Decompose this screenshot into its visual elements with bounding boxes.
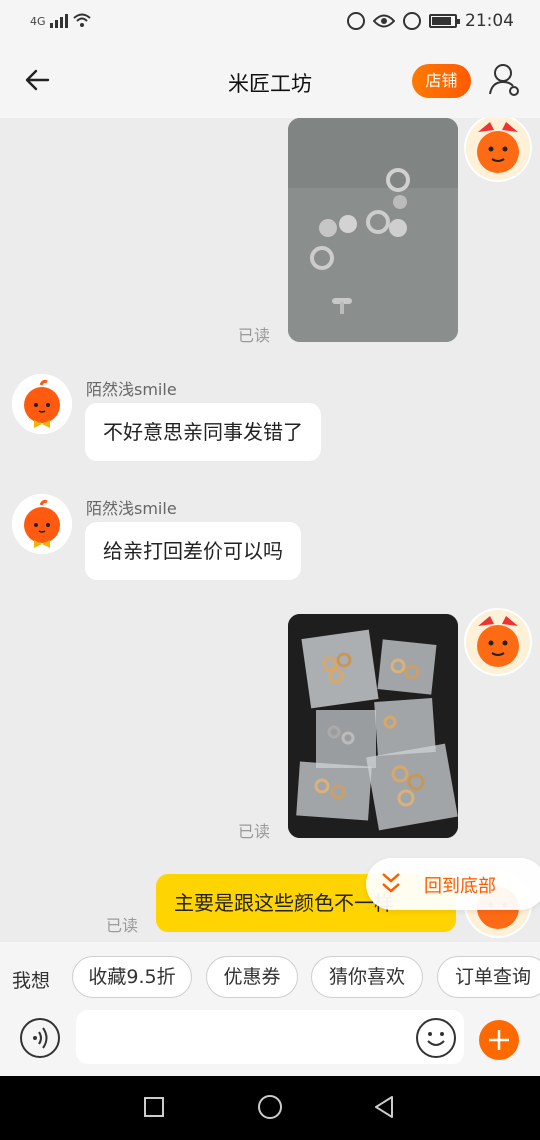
- seller-avatar[interactable]: [12, 494, 72, 554]
- message-input[interactable]: [76, 1010, 464, 1064]
- quick-actions-lead: 我想: [12, 970, 51, 992]
- more-button[interactable]: [479, 1020, 519, 1060]
- input-bar: [0, 1010, 540, 1076]
- alarm-icon: [403, 12, 421, 30]
- double-chevron-down-icon: [382, 873, 400, 893]
- chip-coupons[interactable]: 优惠券: [206, 956, 298, 998]
- read-receipt: 已读: [238, 326, 271, 345]
- seller-avatar[interactable]: [12, 374, 72, 434]
- home-button[interactable]: [258, 1095, 282, 1119]
- scroll-to-bottom-label: 回到底部: [424, 876, 496, 897]
- shop-button[interactable]: 店铺: [412, 64, 471, 98]
- wifi-icon: [72, 13, 91, 27]
- chat-header: 米匠工坊 店铺: [0, 44, 540, 118]
- message-text[interactable]: 给亲打回差价可以吗: [85, 522, 301, 580]
- sender-name: 陌然浅smile: [86, 499, 177, 518]
- smiley-icon: [427, 1032, 445, 1046]
- chip-order-lookup[interactable]: 订单查询: [437, 956, 540, 998]
- bags-of-rings-photo: [288, 614, 458, 838]
- data-saver-icon: [347, 12, 365, 30]
- read-receipt: 已读: [238, 822, 271, 841]
- back-triangle-icon[interactable]: [372, 1095, 396, 1119]
- my-avatar[interactable]: [464, 118, 532, 182]
- system-nav-bar: [0, 1076, 540, 1140]
- my-avatar[interactable]: [464, 608, 532, 676]
- quick-actions-bar: 我想 收藏9.5折 优惠券 猜你喜欢 订单查询: [0, 942, 540, 1014]
- message-image[interactable]: [288, 118, 458, 342]
- emoji-button[interactable]: [416, 1018, 456, 1058]
- chat-area[interactable]: 已读 陌然浅smile 不好意思亲同事发错了 陌然浅smile 给亲打回差价可以…: [0, 118, 540, 942]
- status-time: 21:04: [465, 11, 514, 31]
- network-type: 4G: [30, 15, 46, 28]
- eye-comfort-icon: [373, 14, 395, 28]
- plus-icon: [489, 1030, 509, 1050]
- voice-input-button[interactable]: [20, 1018, 60, 1058]
- battery-icon: [429, 14, 460, 28]
- metal-rings-photo: [288, 118, 458, 342]
- status-right: 21:04: [347, 11, 514, 31]
- recent-apps-button[interactable]: [144, 1097, 164, 1117]
- message-text[interactable]: 不好意思亲同事发错了: [85, 403, 321, 461]
- read-receipt: 已读: [106, 916, 139, 935]
- voice-wave-icon: [33, 1027, 48, 1049]
- status-bar: 4G 21:04: [0, 0, 540, 44]
- scroll-to-bottom-button[interactable]: 回到底部: [366, 858, 540, 910]
- chip-favorite-discount[interactable]: 收藏9.5折: [72, 956, 192, 998]
- network-status: 4G: [30, 12, 92, 28]
- message-image[interactable]: [288, 614, 458, 838]
- signal-icon: [49, 12, 68, 28]
- user-settings-icon[interactable]: [488, 62, 522, 98]
- sender-name: 陌然浅smile: [86, 380, 177, 399]
- chip-recommendations[interactable]: 猜你喜欢: [311, 956, 423, 998]
